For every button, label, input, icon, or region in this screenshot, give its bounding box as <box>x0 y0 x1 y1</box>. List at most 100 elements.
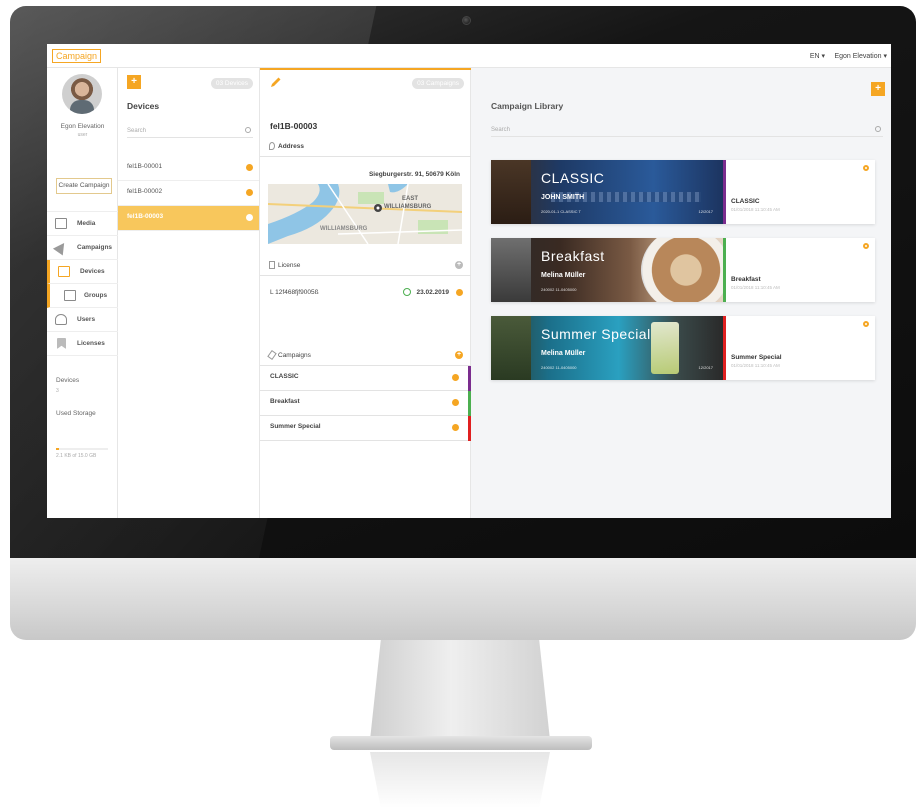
add-library-campaign-button[interactable]: + <box>871 82 885 96</box>
license-row[interactable]: L 12f468fjf9005ß 23.02.2019 <box>260 285 471 303</box>
storage-stat-label: Used Storage <box>56 410 96 417</box>
sidebar-item-campaigns[interactable]: Campaigns <box>47 236 118 260</box>
campaign-card[interactable]: Breakfast Melina Müller 240002 11-040500… <box>491 238 875 302</box>
card-date: 01/01/2018 11:10:45 AM <box>731 363 780 368</box>
media-icon <box>55 218 67 229</box>
thumbnail-person: Melina Müller <box>541 272 586 279</box>
list-item[interactable]: CLASSIC <box>260 366 471 391</box>
license-action-icon[interactable] <box>456 289 463 296</box>
card-accent-bar <box>723 160 726 224</box>
campaign-list: CLASSIC Breakfast Summer Special <box>260 365 471 441</box>
thumbnail-drink-glass <box>651 322 679 374</box>
app-screen: Campaign EN ▾ Egon Elevation ▾ Egon Elev… <box>47 44 891 518</box>
campaign-thumbnail: Summer Special Melina Müller 240002 11-0… <box>491 316 723 380</box>
pencil-icon[interactable] <box>270 76 282 88</box>
accent-line <box>260 68 471 70</box>
library-search-input[interactable]: Search <box>491 124 883 137</box>
campaign-thumbnail: Breakfast Melina Müller 240002 11-040500… <box>491 238 723 302</box>
devices-search-input[interactable]: Search <box>127 125 253 138</box>
monitor-icon <box>58 266 70 277</box>
card-date: 01/01/2018 11:10:45 AM <box>731 207 780 212</box>
clock-icon <box>403 288 411 296</box>
sidebar-item-label: Campaigns <box>77 244 113 251</box>
user-menu[interactable]: Egon Elevation ▾ <box>834 52 887 60</box>
thumbnail-headline: Breakfast <box>541 248 605 264</box>
list-item-selected[interactable]: fel1B-00003 <box>118 206 259 231</box>
campaign-card[interactable]: Summer Special Melina Müller 240002 11-0… <box>491 316 875 380</box>
thumbnail-photo <box>491 238 531 302</box>
gear-icon[interactable] <box>863 321 869 327</box>
storage-bar-fill <box>56 448 59 450</box>
monitor-chin <box>10 558 916 640</box>
storage-bar <box>56 448 108 450</box>
card-date: 01/01/2018 11:10:45 AM <box>731 285 780 290</box>
device-action-icon[interactable] <box>246 189 253 196</box>
device-name: fel1B-00003 <box>127 213 164 220</box>
address-value: Siegburgerstr. 91, 50679 Köln <box>368 171 460 178</box>
campaigns-section: Campaigns + <box>260 346 471 366</box>
stand-reflection <box>370 752 550 808</box>
thumbnail-headline: CLASSIC <box>541 170 605 186</box>
monitor-stand <box>370 640 550 740</box>
sidebar-item-label: Licenses <box>77 340 105 347</box>
sidebar-item-label: Media <box>77 220 96 227</box>
list-item[interactable]: Breakfast <box>260 391 471 416</box>
campaign-action-icon[interactable] <box>452 374 459 381</box>
campaigns-label: Campaigns <box>278 352 311 359</box>
devices-panel: + 03 Devices Devices Search fel1B-00001 … <box>118 68 260 518</box>
thumbnail-meta: 2020-01-1 CLASSIC T <box>541 209 581 214</box>
location-map[interactable]: EAST WILLIAMSBURG WILLIAMSBURG <box>268 184 462 244</box>
list-item[interactable]: fel1B-00002 <box>118 181 259 206</box>
address-label: Address <box>278 143 305 150</box>
language-select[interactable]: EN ▾ <box>810 52 825 60</box>
app-logo[interactable]: Campaign <box>52 49 102 63</box>
devices-stat-label: Devices <box>56 377 80 384</box>
avatar[interactable] <box>62 74 102 114</box>
device-action-icon[interactable] <box>246 214 253 221</box>
thumbnail-photo <box>491 316 531 380</box>
thumbnail-meta: 12/2017 <box>698 209 713 214</box>
card-name: Summer Special <box>731 354 782 361</box>
license-label: License <box>278 262 301 269</box>
device-action-icon[interactable] <box>246 164 253 171</box>
top-bar: Campaign EN ▾ Egon Elevation ▾ <box>47 44 891 68</box>
device-title: fel1B-00003 <box>270 121 318 131</box>
sidebar-item-groups[interactable]: Groups <box>47 284 118 308</box>
gear-icon[interactable] <box>863 243 869 249</box>
campaign-card[interactable]: CLASSIC JOHN SMITH 2020-01-1 CLASSIC T 1… <box>491 160 875 224</box>
groups-icon <box>64 290 76 301</box>
card-name: Breakfast <box>731 276 761 283</box>
thumbnail-photo <box>491 160 531 224</box>
map-label: WILLIAMSBURG <box>320 226 368 232</box>
campaign-action-icon[interactable] <box>452 399 459 406</box>
thumbnail-meta: 12/2017 <box>698 365 713 370</box>
search-icon[interactable] <box>875 126 881 132</box>
add-license-icon[interactable]: + <box>455 261 463 269</box>
add-device-button[interactable]: + <box>127 75 141 89</box>
list-item[interactable]: fel1B-00001 <box>118 156 259 181</box>
campaign-name: CLASSIC <box>270 373 299 380</box>
device-name: fel1B-00001 <box>127 163 163 170</box>
campaign-library: + Campaign Library Search CLASSIC JOHN S… <box>471 68 891 518</box>
storage-stat-value: 2.1 KB of 15.0 GB <box>56 453 97 459</box>
list-item[interactable]: Summer Special <box>260 416 471 441</box>
sidebar-item-label: Users <box>77 316 96 323</box>
card-accent-bar <box>723 316 726 380</box>
campaign-name: Breakfast <box>270 398 300 405</box>
add-campaign-icon[interactable]: + <box>455 351 463 359</box>
sidebar-item-users[interactable]: Users <box>47 308 118 332</box>
device-detail-panel: 03 Campaigns fel1B-00003 Address Siegbur… <box>260 68 471 518</box>
sidebar-item-media[interactable]: Media <box>47 212 118 236</box>
user-icon <box>55 314 67 325</box>
device-name: fel1B-00002 <box>127 188 163 195</box>
gear-icon[interactable] <box>863 165 869 171</box>
search-icon[interactable] <box>245 127 251 133</box>
thumbnail-coffee-cup <box>641 238 723 302</box>
sidebar-item-devices[interactable]: Devices <box>47 260 118 284</box>
thumbnail-headline: Summer Special <box>541 326 651 342</box>
campaign-action-icon[interactable] <box>452 424 459 431</box>
create-campaign-button[interactable]: Create Campaign <box>56 178 112 194</box>
sidebar-item-licenses[interactable]: Licenses <box>47 332 118 356</box>
monitor-stand-base <box>330 736 592 750</box>
devices-count-badge: 03 Devices <box>210 78 253 89</box>
